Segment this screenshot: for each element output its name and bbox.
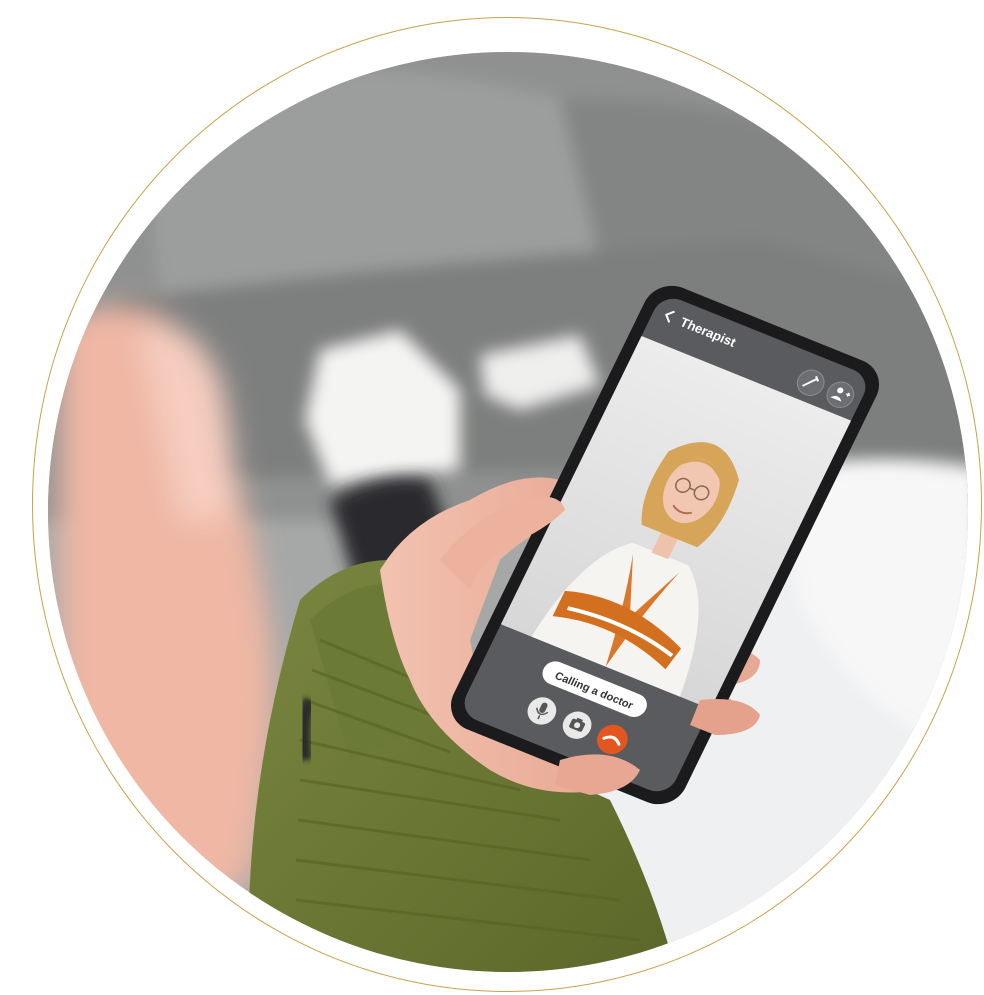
photo-scene: Therapist Calling a doctor <box>48 52 968 972</box>
photo-circle: Therapist Calling a doctor <box>48 52 968 972</box>
